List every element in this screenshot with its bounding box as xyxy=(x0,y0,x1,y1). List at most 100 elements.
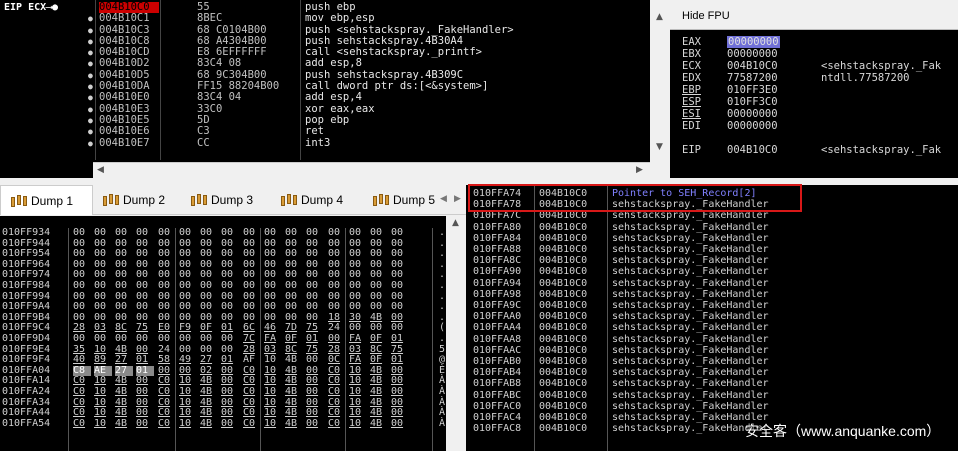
hex-byte[interactable]: 7C xyxy=(243,333,261,345)
stack-row[interactable]: 010FFA88 004B10C0 sehstackspray._FakeHandl… xyxy=(466,244,958,255)
disasm-row[interactable]: ● 004B10E0 83C4 04 add esp,4 xyxy=(0,92,640,104)
hex-byte[interactable]: 00 xyxy=(221,280,239,292)
hex-byte[interactable]: 4B xyxy=(285,418,303,430)
breakpoint-dot-icon[interactable]: ● xyxy=(88,104,93,115)
hex-byte[interactable]: 00 xyxy=(328,280,346,292)
stack-row[interactable]: 010FFA90 004B10C0 sehstackspray._FakeHandl… xyxy=(466,266,958,277)
hex-byte[interactable]: 00 xyxy=(158,227,176,239)
hex-byte[interactable]: 00 xyxy=(370,280,388,292)
hex-byte[interactable]: C0 xyxy=(328,386,346,398)
scroll-right-icon[interactable]: ▶ xyxy=(636,165,643,175)
hex-byte[interactable]: 10 xyxy=(94,418,112,430)
hex-byte[interactable]: 00 xyxy=(221,333,239,345)
hex-row[interactable]: 010FFA24 C0 10 4B 00 C0 10 4B 00 C0 10 4B 00 C0 10 4B 00… xyxy=(0,386,446,398)
stack-row[interactable]: 010FFABC 004B10C0 sehstackspray._FakeHandl… xyxy=(466,390,958,401)
hex-byte[interactable]: 00 xyxy=(115,227,133,239)
breakpoint-dot-icon[interactable]: ● xyxy=(88,13,93,24)
register-value[interactable]: 004B10C0 xyxy=(727,144,778,156)
hex-byte[interactable]: 00 xyxy=(391,227,409,239)
stack-row[interactable]: 010FFAC0 004B10C0 sehstackspray._FakeHandl… xyxy=(466,401,958,412)
disasm-row[interactable]: ● 004B10C1 8BEC mov ebp,esp xyxy=(0,12,640,24)
disassembly-pane[interactable]: EIP ECX ⟶● 004B10C0 55 push ebp ● 004B10C1 8BEC… xyxy=(0,0,650,178)
hex-row[interactable]: 010FFA54 C0 10 4B 00 C0 10 4B 00 C0 10 4B 00 C0 10 4B 00… xyxy=(0,418,446,430)
stack-row[interactable]: 010FFA7C 004B10C0 sehstackspray._FakeHandl… xyxy=(466,210,958,221)
hex-byte[interactable]: 00 xyxy=(179,280,197,292)
hex-byte[interactable]: 00 xyxy=(136,418,154,430)
scroll-left-icon[interactable]: ◀ xyxy=(97,165,104,175)
breakpoint-dot-icon[interactable]: ● xyxy=(88,47,93,58)
hex-byte[interactable]: 10 xyxy=(349,418,367,430)
hex-byte[interactable]: 00 xyxy=(158,280,176,292)
breakpoint-dot-icon[interactable]: ● xyxy=(88,70,93,81)
register-row[interactable]: EIP 004B10C0 <sehstackspray._Fak xyxy=(670,144,958,156)
stack-row[interactable]: 010FFA80 004B10C0 sehstackspray._FakeHandl… xyxy=(466,222,958,233)
tab-scroll-left-icon[interactable]: ◀ xyxy=(440,194,447,204)
hex-byte[interactable]: 00 xyxy=(306,280,324,292)
register-value[interactable]: 004B10C0 xyxy=(727,60,778,72)
breakpoint-dot-icon[interactable]: ● xyxy=(88,81,93,92)
stack-row[interactable]: 010FFAA0 004B10C0 sehstackspray._FakeHandl… xyxy=(466,311,958,322)
hex-byte[interactable]: 00 xyxy=(391,418,409,430)
hex-byte[interactable]: 00 xyxy=(349,280,367,292)
stack-row[interactable]: 010FFAAC 004B10C0 sehstackspray._FakeHandl… xyxy=(466,345,958,356)
hex-byte[interactable]: 00 xyxy=(221,386,239,398)
hex-byte[interactable]: FA xyxy=(349,333,367,345)
hex-byte[interactable]: 4B xyxy=(115,418,133,430)
hex-byte[interactable]: 00 xyxy=(115,333,133,345)
register-row[interactable]: EDX 77587200 ntdll.77587200 xyxy=(670,72,958,84)
breakpoint-dot-icon[interactable]: ● xyxy=(88,115,93,126)
tab-dump-4[interactable]: Dump 4 xyxy=(271,185,363,215)
registers-pane[interactable]: Hide FPU EAX 00000000 EBX 00000000 ECX 004B10… xyxy=(670,0,958,178)
hex-byte[interactable]: C0 xyxy=(158,418,176,430)
hex-byte[interactable]: 00 xyxy=(73,280,91,292)
hex-byte[interactable]: 4B xyxy=(115,386,133,398)
register-value[interactable]: 00000000 xyxy=(727,108,778,120)
hex-byte[interactable]: 00 xyxy=(179,227,197,239)
hex-byte[interactable]: 00 xyxy=(200,333,218,345)
hex-byte[interactable]: 00 xyxy=(243,227,261,239)
hex-byte[interactable]: 4B xyxy=(370,418,388,430)
register-row[interactable]: ESP 010FF3C0 xyxy=(670,96,958,108)
hex-byte[interactable]: C0 xyxy=(243,386,261,398)
stack-row[interactable]: 010FFAB8 004B10C0 sehstackspray._FakeHandl… xyxy=(466,378,958,389)
hex-row[interactable]: 010FF934 00 00 00 00 00 00 00 00 00 00 00 00 00 00 00 00… xyxy=(0,227,446,239)
hex-byte[interactable]: 00 xyxy=(391,386,409,398)
tab-dump-5[interactable]: Dump 5 xyxy=(363,185,443,215)
hex-byte[interactable]: 00 xyxy=(73,333,91,345)
hex-byte[interactable]: 10 xyxy=(179,386,197,398)
register-row[interactable]: EBP 010FF3E0 xyxy=(670,84,958,96)
hex-byte[interactable]: 0F xyxy=(285,333,303,345)
hex-byte[interactable]: 00 xyxy=(200,280,218,292)
vertical-scrollbar[interactable]: ▲ ▼ xyxy=(650,0,670,178)
hex-byte[interactable]: 01 xyxy=(306,333,324,345)
hex-byte[interactable]: 00 xyxy=(73,227,91,239)
hex-byte[interactable]: 00 xyxy=(179,333,197,345)
stack-pane[interactable]: 010FFA74 004B10C0 Pointer to SEH_Record[2]… xyxy=(466,185,958,451)
hex-dump-pane[interactable]: 010FF934 00 00 00 00 00 00 00 00 00 00 00 00 00 00 00 00… xyxy=(0,216,446,451)
hex-byte[interactable]: C0 xyxy=(158,386,176,398)
hex-byte[interactable]: 00 xyxy=(391,280,409,292)
hex-byte[interactable]: 10 xyxy=(349,386,367,398)
hex-byte[interactable]: 00 xyxy=(158,333,176,345)
hex-byte[interactable]: 01 xyxy=(391,333,409,345)
breakpoint-dot-icon[interactable]: ● xyxy=(88,25,93,36)
hex-row[interactable]: 010FF984 00 00 00 00 00 00 00 00 00 00 00 00 00 00 00 00… xyxy=(0,280,446,292)
hex-row[interactable]: 010FF9D4 00 00 00 00 00 00 00 00 7C FA 0F 01 00 FA 0F 01… xyxy=(0,333,446,345)
hex-byte[interactable]: 00 xyxy=(328,227,346,239)
breakpoint-dot-icon[interactable]: ● xyxy=(88,92,93,103)
hex-byte[interactable]: 00 xyxy=(306,227,324,239)
register-row[interactable]: EAX 00000000 xyxy=(670,36,958,48)
stack-row[interactable]: 010FFA98 004B10C0 sehstackspray._FakeHandl… xyxy=(466,289,958,300)
stack-row[interactable]: 010FFA9C 004B10C0 sehstackspray._FakeHandl… xyxy=(466,300,958,311)
register-row[interactable]: ESI 00000000 xyxy=(670,108,958,120)
hex-byte[interactable]: C0 xyxy=(73,386,91,398)
hex-byte[interactable]: 00 xyxy=(136,227,154,239)
hex-byte[interactable]: 00 xyxy=(94,227,112,239)
hex-byte[interactable]: 00 xyxy=(285,280,303,292)
hex-byte[interactable]: 00 xyxy=(243,280,261,292)
stack-row[interactable]: 010FFAB0 004B10C0 sehstackspray._FakeHandl… xyxy=(466,356,958,367)
stack-row[interactable]: 010FFA94 004B10C0 sehstackspray._FakeHandl… xyxy=(466,278,958,289)
scroll-up-icon[interactable]: ▲ xyxy=(452,218,459,228)
vertical-scrollbar[interactable]: ▲ xyxy=(446,216,466,451)
hex-byte[interactable]: 00 xyxy=(264,280,282,292)
